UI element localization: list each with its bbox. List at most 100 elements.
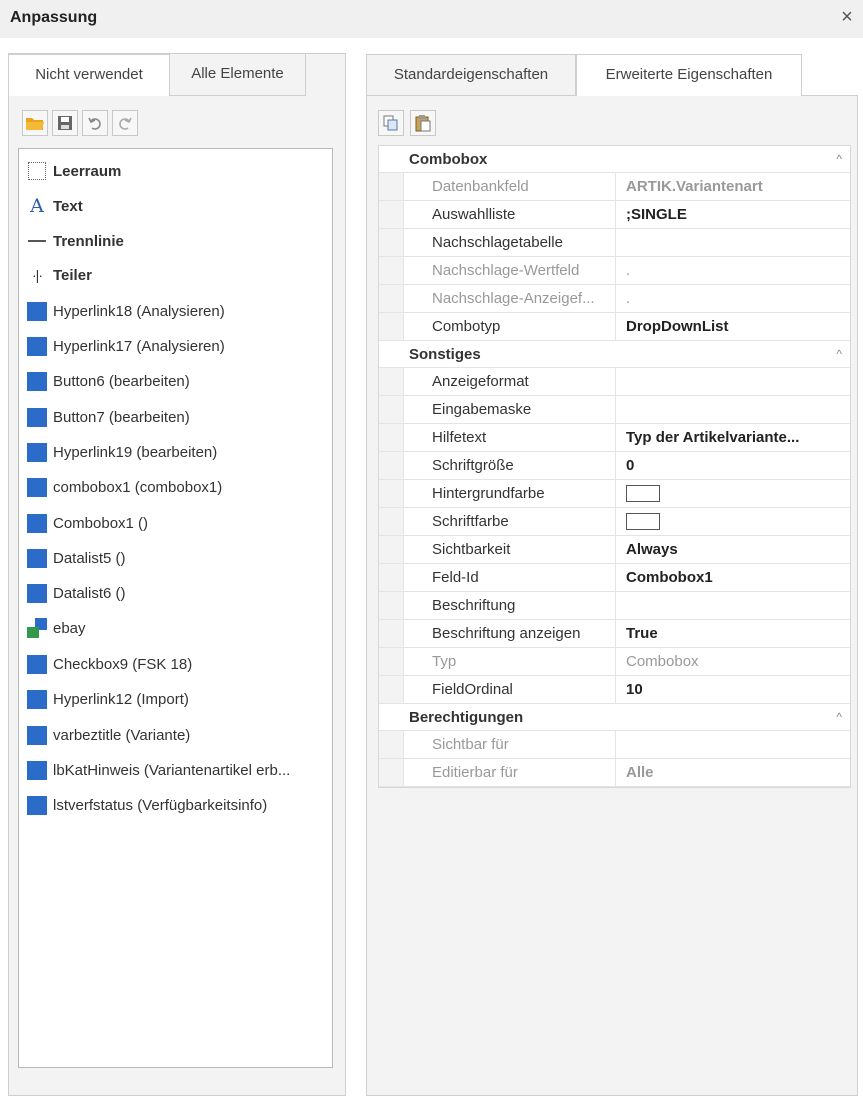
- property-row[interactable]: Schriftfarbe: [379, 508, 850, 536]
- list-item[interactable]: Datalist5 (): [27, 546, 126, 570]
- list-item[interactable]: Button6 (bearbeiten): [27, 369, 190, 393]
- trennlinie-icon: [27, 231, 47, 251]
- list-item[interactable]: varbeztitle (Variante): [27, 723, 190, 747]
- group-icon: [27, 618, 47, 638]
- property-row[interactable]: Nachschlagetabelle: [379, 229, 850, 257]
- tab-erweiterte-eigenschaften[interactable]: Erweiterte Eigenschaften: [576, 54, 802, 96]
- list-item[interactable]: A Text: [27, 194, 83, 218]
- list-item[interactable]: combobox1 (combobox1): [27, 475, 222, 499]
- tab-alle-elemente[interactable]: Alle Elemente: [170, 54, 306, 96]
- property-row[interactable]: Datenbankfeld ARTIK.Variantenart: [379, 173, 850, 201]
- list-item[interactable]: lbKatHinweis (Variantenartikel erb...: [27, 758, 290, 782]
- property-value[interactable]: ;SINGLE: [616, 201, 850, 228]
- tab-nicht-verwendet[interactable]: Nicht verwendet: [8, 54, 170, 96]
- property-key: Beschriftung anzeigen: [403, 620, 616, 647]
- property-key: Hilfetext: [403, 424, 616, 451]
- control-icon: [27, 477, 47, 497]
- list-item[interactable]: Combobox1 (): [27, 511, 148, 535]
- property-value[interactable]: [616, 229, 850, 256]
- property-row[interactable]: Beschriftung anzeigen True: [379, 620, 850, 648]
- property-value[interactable]: [616, 731, 850, 758]
- property-value[interactable]: Combobox1: [616, 564, 850, 591]
- property-value[interactable]: .: [616, 257, 850, 284]
- chevron-up-icon[interactable]: ^: [836, 710, 842, 724]
- list-item[interactable]: Datalist6 (): [27, 581, 126, 605]
- category-sonstiges[interactable]: Sonstiges ^: [379, 341, 850, 368]
- property-value[interactable]: DropDownList: [616, 313, 850, 340]
- property-value[interactable]: [616, 396, 850, 423]
- property-row[interactable]: Nachschlage-Anzeigef....: [379, 285, 850, 313]
- list-item[interactable]: Trennlinie: [27, 229, 124, 253]
- list-item[interactable]: lstverfstatus (Verfügbarkeitsinfo): [27, 793, 267, 817]
- list-item[interactable]: Hyperlink12 (Import): [27, 687, 189, 711]
- property-value[interactable]: [616, 592, 850, 619]
- property-row[interactable]: Feld-Id Combobox1: [379, 564, 850, 592]
- undo-icon[interactable]: [82, 110, 108, 136]
- property-grid: Combobox ^ Datenbankfeld ARTIK.Variantena…: [378, 145, 851, 788]
- property-value[interactable]: Combobox: [616, 648, 850, 675]
- property-value[interactable]: Alle: [616, 759, 850, 786]
- property-value[interactable]: Typ der Artikelvariante...: [616, 424, 850, 451]
- property-value[interactable]: .: [616, 285, 850, 312]
- list-item[interactable]: Hyperlink17 (Analysieren): [27, 334, 225, 358]
- property-value[interactable]: ARTIK.Variantenart: [616, 173, 850, 200]
- property-key: Nachschlagetabelle: [403, 229, 616, 256]
- color-swatch[interactable]: [626, 485, 660, 502]
- chevron-up-icon[interactable]: ^: [836, 152, 842, 166]
- property-key: Schriftfarbe: [403, 508, 616, 535]
- redo-icon[interactable]: [112, 110, 138, 136]
- property-value[interactable]: [616, 508, 850, 535]
- property-row[interactable]: Hilfetext Typ der Artikelvariante...: [379, 424, 850, 452]
- property-row[interactable]: Editierbar für Alle: [379, 759, 850, 787]
- list-item[interactable]: Button7 (bearbeiten): [27, 405, 190, 429]
- property-row[interactable]: Nachschlage-Wertfeld.: [379, 257, 850, 285]
- tab-standardeigenschaften[interactable]: Standardeigenschaften: [366, 54, 576, 96]
- window-title: Anpassung: [10, 9, 98, 26]
- property-value[interactable]: [616, 368, 850, 395]
- list-item[interactable]: Hyperlink19 (bearbeiten): [27, 440, 217, 464]
- property-key: Combotyp: [403, 313, 616, 340]
- property-row[interactable]: Beschriftung: [379, 592, 850, 620]
- property-row[interactable]: FieldOrdinal 10: [379, 676, 850, 704]
- property-value[interactable]: 0: [616, 452, 850, 479]
- property-row[interactable]: Sichtbar für: [379, 731, 850, 759]
- property-key: Beschriftung: [403, 592, 616, 619]
- save-icon[interactable]: [52, 110, 78, 136]
- list-item[interactable]: Checkbox9 (FSK 18): [27, 652, 192, 676]
- chevron-up-icon[interactable]: ^: [836, 347, 842, 361]
- property-key: Sichtbarkeit: [403, 536, 616, 563]
- property-value[interactable]: [616, 480, 850, 507]
- category-berechtigungen[interactable]: Berechtigungen ^: [379, 704, 850, 731]
- property-value[interactable]: Always: [616, 536, 850, 563]
- control-icon: [27, 442, 47, 462]
- control-icon: [27, 760, 47, 780]
- property-row[interactable]: Hintergrundfarbe: [379, 480, 850, 508]
- property-row[interactable]: Schriftgröße 0: [379, 452, 850, 480]
- property-row[interactable]: Combotyp DropDownList: [379, 313, 850, 341]
- list-item[interactable]: Leerraum: [27, 159, 121, 183]
- control-icon: [27, 725, 47, 745]
- list-item[interactable]: ·|· Teiler: [27, 263, 92, 287]
- control-icon: [27, 371, 47, 391]
- copy-icon[interactable]: [378, 110, 404, 136]
- property-row[interactable]: Auswahlliste ;SINGLE: [379, 201, 850, 229]
- property-row[interactable]: Anzeigeformat: [379, 368, 850, 396]
- category-combobox[interactable]: Combobox ^: [379, 146, 850, 173]
- list-item[interactable]: ebay: [27, 616, 86, 640]
- element-list[interactable]: Leerraum A Text Trennlinie ·|· Teiler Hy…: [18, 148, 333, 1068]
- property-key: Typ: [403, 648, 616, 675]
- left-toolbar: [22, 110, 138, 138]
- leerraum-icon: [27, 161, 47, 181]
- property-row[interactable]: Eingabemaske: [379, 396, 850, 424]
- property-value[interactable]: True: [616, 620, 850, 647]
- property-row[interactable]: Typ Combobox: [379, 648, 850, 676]
- property-key: Schriftgröße: [403, 452, 616, 479]
- open-folder-icon[interactable]: [22, 110, 48, 136]
- paste-icon[interactable]: [410, 110, 436, 136]
- property-value[interactable]: 10: [616, 676, 850, 703]
- property-row[interactable]: Sichtbarkeit Always: [379, 536, 850, 564]
- teiler-icon: ·|·: [32, 267, 43, 283]
- list-item[interactable]: Hyperlink18 (Analysieren): [27, 299, 225, 323]
- color-swatch[interactable]: [626, 513, 660, 530]
- close-icon[interactable]: ×: [837, 6, 857, 28]
